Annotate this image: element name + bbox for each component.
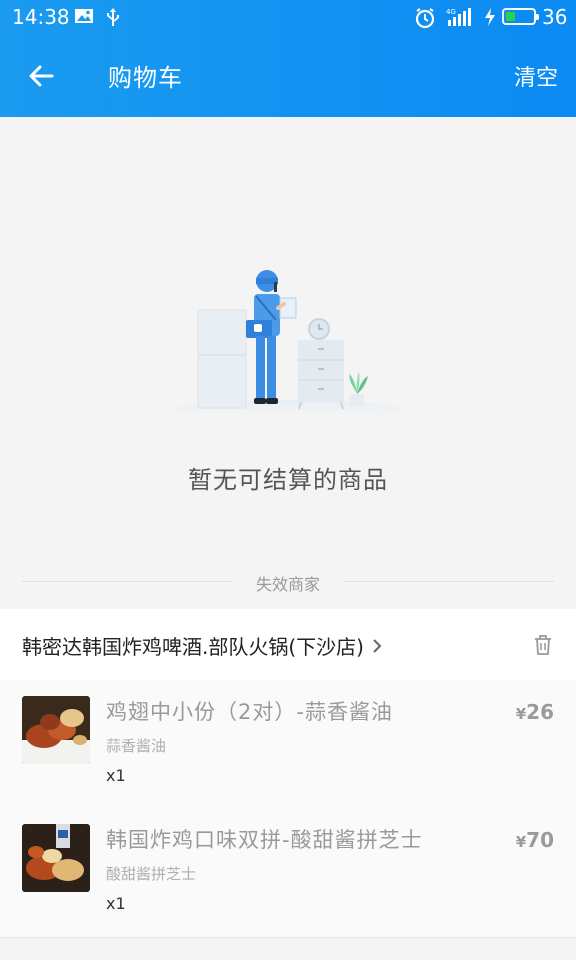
empty-cart-illustration (173, 270, 403, 420)
store-header: 韩密达韩国炸鸡啤酒.部队火锅(下沙店) (0, 609, 576, 680)
signal-icon: 4G (446, 7, 474, 26)
nav-bar: 购物车 清空 (0, 34, 576, 117)
back-arrow-icon (29, 65, 54, 87)
item-variant: 蒜香酱油 (106, 737, 167, 755)
price-value: 70 (526, 828, 554, 852)
item-title: 韩国炸鸡口味双拼-酸甜酱拼芝士 (106, 828, 423, 852)
status-bar: 14:38 4G 36 (0, 0, 576, 34)
item-price: ¥70 (516, 828, 554, 852)
app-header: 14:38 4G 36 购物车 清空 (0, 0, 576, 117)
item-price: ¥26 (516, 700, 554, 724)
list-item[interactable]: 鸡翅中小份（2对）-蒜香酱油 蒜香酱油 x1 ¥26 (0, 680, 576, 808)
page-title: 购物车 (108, 64, 183, 92)
battery-level (506, 12, 515, 21)
item-quantity: x1 (106, 766, 126, 785)
item-variant: 酸甜酱拼芝士 (106, 865, 197, 883)
store-link[interactable]: 韩密达韩国炸鸡啤酒.部队火锅(下沙店) (22, 631, 382, 660)
clear-button[interactable]: 清空 (514, 60, 558, 92)
charging-icon (483, 7, 497, 26)
currency-symbol: ¥ (515, 705, 527, 723)
food-thumbnail (22, 696, 90, 764)
trash-icon (535, 635, 551, 655)
battery-percent: 36 (542, 5, 568, 29)
alarm-icon (414, 7, 435, 29)
food-thumbnail (22, 824, 90, 892)
battery-icon (502, 8, 539, 25)
item-quantity: x1 (106, 894, 126, 913)
item-title: 鸡翅中小份（2对）-蒜香酱油 (106, 700, 393, 724)
chevron-right-icon (373, 638, 382, 653)
currency-symbol: ¥ (515, 833, 527, 851)
usb-icon (103, 7, 123, 26)
invalid-merchants-label: 失效商家 (255, 575, 320, 594)
store-name: 韩密达韩国炸鸡啤酒.部队火锅(下沙店) (22, 635, 364, 659)
image-icon (74, 7, 94, 25)
section-divider: 失效商家 (22, 570, 554, 594)
delete-store-button[interactable] (532, 633, 554, 657)
svg-text:4G: 4G (446, 8, 456, 16)
price-value: 26 (526, 700, 554, 724)
empty-state-message: 暂无可结算的商品 (188, 466, 388, 494)
back-button[interactable] (18, 54, 64, 98)
status-time: 14:38 (12, 5, 70, 29)
invalid-items-list: 鸡翅中小份（2对）-蒜香酱油 蒜香酱油 x1 ¥26 韩国炸鸡口味双拼-酸甜酱拼… (0, 680, 576, 938)
list-item[interactable]: 韩国炸鸡口味双拼-酸甜酱拼芝士 酸甜酱拼芝士 x1 ¥70 (0, 808, 576, 936)
